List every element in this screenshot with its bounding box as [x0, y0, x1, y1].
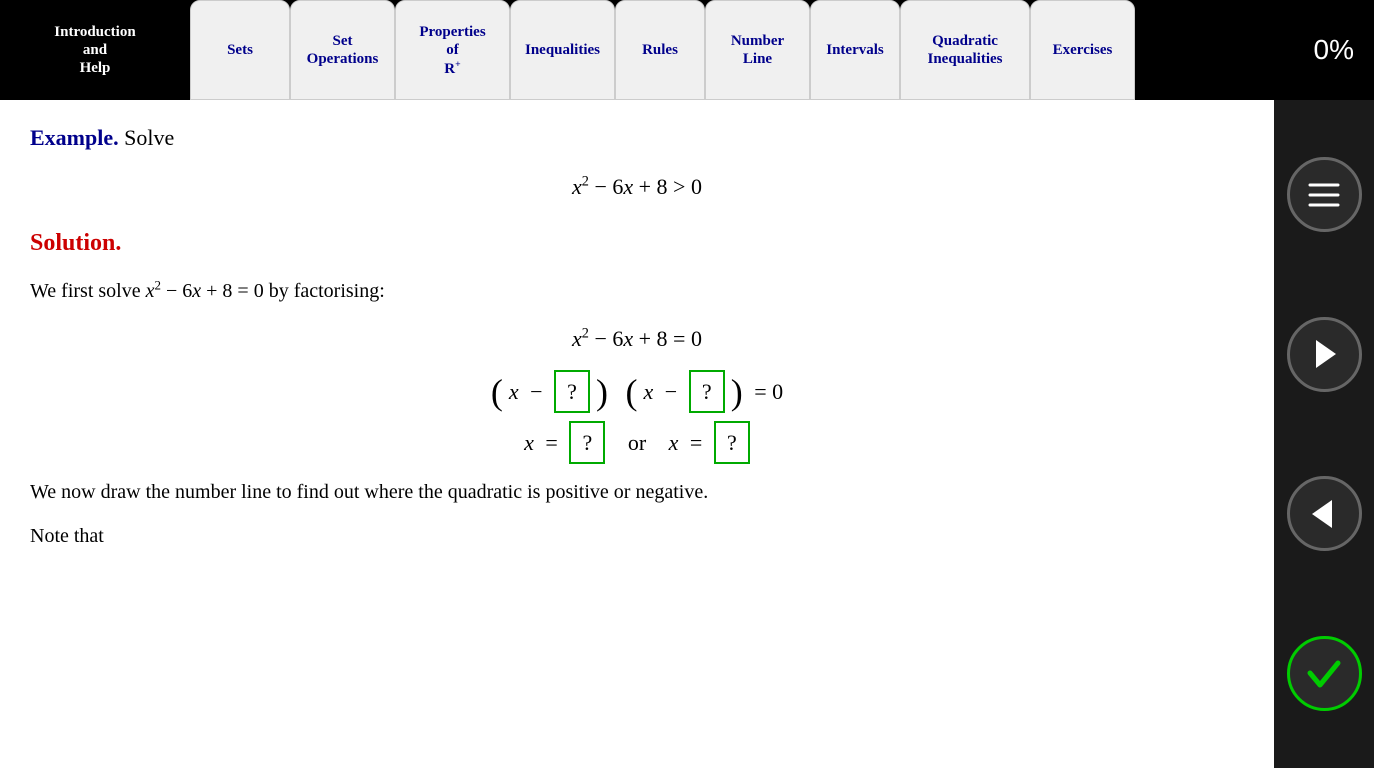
tab-properties[interactable]: PropertiesofR+: [395, 0, 510, 100]
main-area: Example. Solve x2 − 6x + 8 > 0 Solution.…: [0, 100, 1374, 768]
tab-exercises-label: Exercises: [1053, 41, 1113, 59]
tab-number-line[interactable]: NumberLine: [705, 0, 810, 100]
next-button[interactable]: [1287, 317, 1362, 392]
right-paren-1: ): [596, 374, 608, 410]
tab-intervals-label: Intervals: [826, 41, 884, 59]
input-box-2[interactable]: ?: [689, 370, 725, 413]
input-box-1[interactable]: ?: [554, 370, 590, 413]
check-icon: [1302, 651, 1346, 695]
input-box-3[interactable]: ?: [569, 421, 605, 464]
solution-label: Solution.: [30, 224, 1244, 262]
check-button[interactable]: [1287, 636, 1362, 711]
progress-percent: 0%: [1135, 0, 1374, 100]
tab-sets[interactable]: Sets: [190, 0, 290, 100]
tab-introduction[interactable]: IntroductionandHelp: [0, 0, 190, 100]
tab-sets-label: Sets: [227, 41, 253, 59]
sidebar: [1274, 100, 1374, 768]
equation-step1: x2 − 6x + 8 = 0: [30, 321, 1244, 356]
back-button[interactable]: [1287, 476, 1362, 551]
next-icon: [1302, 332, 1346, 376]
tab-rules-label: Rules: [642, 41, 678, 59]
tab-inequalities[interactable]: Inequalities: [510, 0, 615, 100]
body-text-1: We first solve x2 − 6x + 8 = 0 by factor…: [30, 275, 1244, 307]
tab-inequalities-label: Inequalities: [525, 41, 600, 59]
tab-setops-label: SetOperations: [307, 32, 379, 68]
tab-intro-label: IntroductionandHelp: [54, 23, 135, 77]
input-box-4[interactable]: ?: [714, 421, 750, 464]
body-text-3: Note that: [30, 520, 1244, 552]
right-paren-2: ): [731, 374, 743, 410]
tab-rules[interactable]: Rules: [615, 0, 705, 100]
body-text-2: We now draw the number line to find out …: [30, 476, 1244, 508]
menu-button[interactable]: [1287, 157, 1362, 232]
tab-exercises[interactable]: Exercises: [1030, 0, 1135, 100]
example-heading: Example. Solve: [30, 120, 1244, 155]
back-icon: [1302, 492, 1346, 536]
left-paren-2: (: [626, 374, 638, 410]
equation-step2: ( x − ? ) ( x − ? ) = 0: [30, 370, 1244, 413]
tab-quadratic-inequalities[interactable]: QuadraticInequalities: [900, 0, 1030, 100]
tab-intervals[interactable]: Intervals: [810, 0, 900, 100]
equation-step3: x = ? or x = ?: [30, 421, 1244, 464]
tab-set-operations[interactable]: SetOperations: [290, 0, 395, 100]
tab-properties-label: PropertiesofR+: [419, 23, 485, 78]
navigation-bar: IntroductionandHelp Sets SetOperations P…: [0, 0, 1374, 100]
content-area: Example. Solve x2 − 6x + 8 > 0 Solution.…: [0, 100, 1274, 768]
menu-icon: [1304, 175, 1344, 215]
left-paren-1: (: [491, 374, 503, 410]
tab-numberline-label: NumberLine: [731, 32, 784, 68]
main-equation: x2 − 6x + 8 > 0: [30, 169, 1244, 204]
tab-quadratic-label: QuadraticInequalities: [927, 32, 1002, 68]
